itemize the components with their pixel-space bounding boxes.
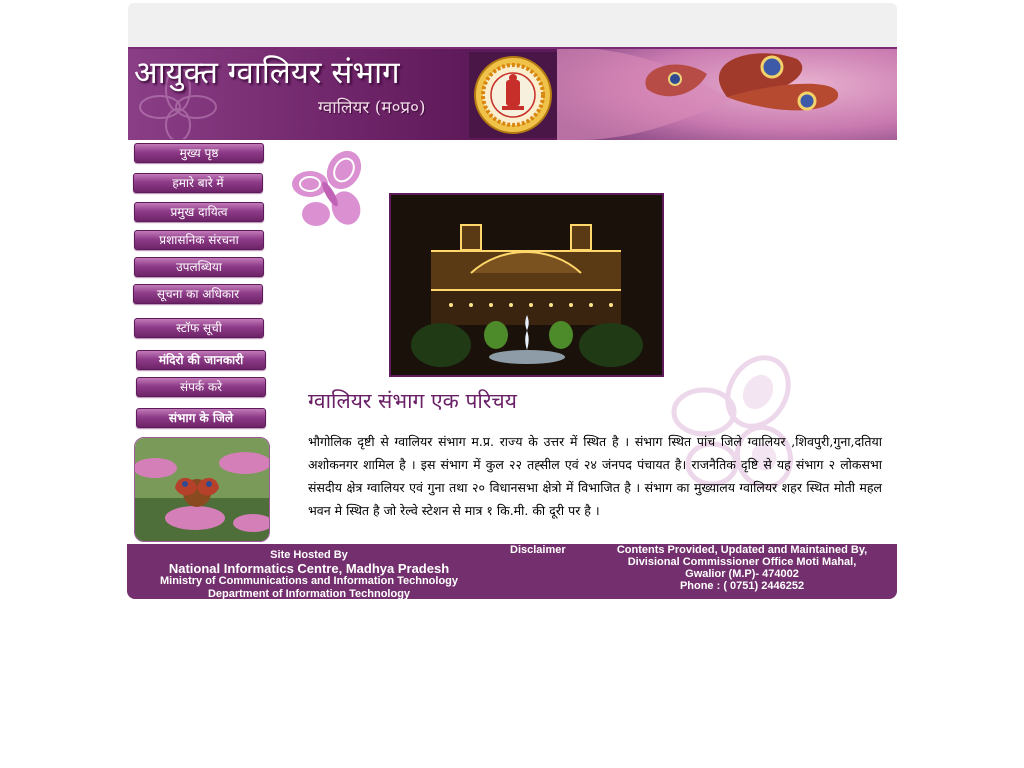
nav-contact-button[interactable]: संपर्क करे xyxy=(136,377,266,397)
office-line: Divisional Commissioner Office Moti Maha… xyxy=(627,556,857,568)
hosted-by-block: Site Hosted By National Informatics Cent… xyxy=(147,549,471,601)
nav-staff-list-button[interactable]: स्टॉफ सूची xyxy=(134,318,264,338)
moti-mahal-palace-photo xyxy=(389,193,664,377)
nav-about-us-button[interactable]: हमारे बारे में xyxy=(133,173,263,193)
intro-paragraph: भौगोलिक दृष्टी से ग्वालियर संभाग म.प्र. … xyxy=(308,434,882,518)
nav-rti-button[interactable]: सूचना का अधिकार xyxy=(133,284,263,304)
nic-state: Madhya Pradesh xyxy=(345,561,450,576)
nav-home-button[interactable]: मुख्य पृष्ठ xyxy=(134,143,264,163)
nav-admin-structure-button[interactable]: प्रशासनिक संरचना xyxy=(134,230,264,250)
address-line: Gwalior (M.P)- 474002 xyxy=(685,568,799,580)
site-subtitle: ग्वालियर (म०प्र०) xyxy=(318,98,426,118)
butterfly-icon xyxy=(292,150,362,226)
flower-butterfly-photo xyxy=(134,437,270,542)
department-line: Department of Information Technology xyxy=(207,588,411,600)
phone-line: Phone : ( 0751) 2446252 xyxy=(679,580,805,592)
header-banner: आयुक्त ग्वालियर संभाग ग्वालियर (म०प्र०) xyxy=(128,47,897,140)
nic-name: National Informatics Centre xyxy=(168,561,339,576)
nav-districts-button[interactable]: संभाग के जिले xyxy=(136,408,266,428)
butterfly-photo xyxy=(557,49,897,140)
contents-line: Contents Provided, Updated and Maintaine… xyxy=(616,544,868,556)
nav-main-duties-button[interactable]: प्रमुख दायित्व xyxy=(134,202,264,222)
nav-achievements-button[interactable]: उपलब्धिया xyxy=(134,257,264,277)
mp-state-emblem-icon xyxy=(469,52,557,138)
maintained-by-block: Contents Provided, Updated and Maintaine… xyxy=(607,544,877,592)
page-heading: ग्वालियर संभाग एक परिचय xyxy=(308,389,517,413)
disclaimer-link[interactable]: Disclaimer xyxy=(510,544,566,556)
site-title: आयुक्त ग्वालियर संभाग xyxy=(134,55,400,91)
nic-line: National Informatics Centre, Madhya Prad… xyxy=(168,561,450,576)
ministry-line: Ministry of Communications and Informati… xyxy=(159,575,459,587)
nav-temples-info-button[interactable]: मंदिरो की जानकारी xyxy=(136,350,266,370)
site-footer: Site Hosted By National Informatics Cent… xyxy=(127,544,897,601)
top-bar xyxy=(128,3,897,47)
